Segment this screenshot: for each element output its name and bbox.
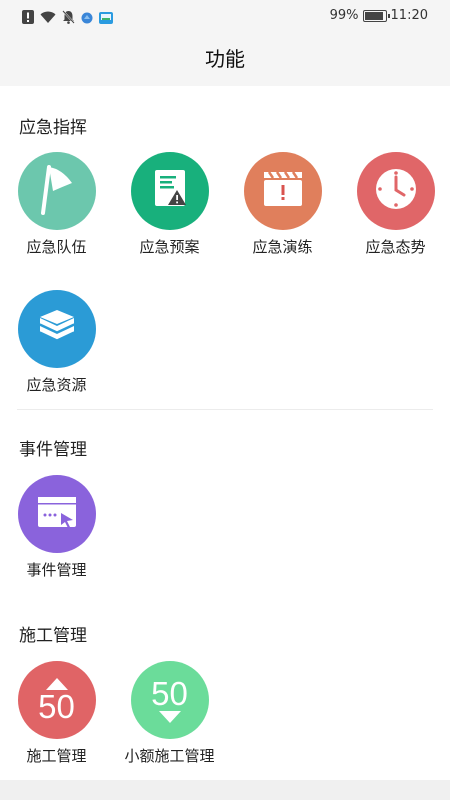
up-50-badge: 50: [38, 687, 75, 725]
emergency-drill-item[interactable]: 应急演练: [226, 152, 339, 257]
emergency-plan-circle: [130, 152, 209, 230]
construction-management-circle: 50: [17, 661, 96, 739]
bottom-edge: [0, 780, 450, 800]
emergency-plan-label: 应急预案: [139, 238, 200, 256]
section-title-events: 事件管理: [19, 440, 87, 460]
section-divider: [17, 409, 433, 410]
event-management-item[interactable]: 事件管理: [0, 475, 113, 580]
event-management-label: 事件管理: [26, 561, 87, 579]
emergency-situation-item[interactable]: 应急态势: [339, 152, 450, 257]
clock-icon: [372, 165, 420, 217]
document-warning-icon: [150, 167, 190, 215]
page-title: 功能: [0, 32, 450, 86]
down-50-icon: 50: [151, 674, 188, 723]
event-management-circle: [17, 475, 96, 553]
emergency-resources-item[interactable]: 应急资源: [0, 290, 113, 395]
layers-icon: [34, 304, 80, 354]
alert-icon: [22, 9, 34, 28]
section-title-construction: 施工管理: [19, 626, 87, 646]
status-bar: 99% 11:20: [0, 0, 450, 32]
battery-percent: 99%: [329, 8, 359, 23]
construction-management-item[interactable]: 50 施工管理: [0, 661, 113, 766]
up-50-icon: 50: [38, 677, 75, 725]
window-cursor-icon: [34, 492, 80, 536]
emergency-team-circle: [17, 152, 96, 230]
small-construction-management-item[interactable]: 50 小额施工管理: [113, 661, 226, 766]
small-construction-management-label: 小额施工管理: [124, 747, 215, 765]
emergency-resources-label: 应急资源: [26, 376, 87, 394]
browser-icon: [81, 9, 93, 28]
down-50-badge: 50: [151, 674, 188, 712]
emergency-team-item[interactable]: 应急队伍: [0, 152, 113, 257]
wifi-icon: [40, 9, 56, 28]
battery-icon: [362, 9, 390, 22]
emergency-situation-circle: [356, 152, 435, 230]
bell-off-icon: [62, 9, 75, 28]
clock-time: 11:20: [390, 8, 428, 23]
flag-icon: [32, 161, 82, 221]
emergency-situation-label: 应急态势: [365, 238, 426, 256]
function-panel: 应急指挥 应急队伍 应急预案 应急演练 应急态势 应急资源 事件管理 事件管理 …: [0, 86, 450, 780]
construction-management-label: 施工管理: [26, 747, 87, 765]
emergency-team-label: 应急队伍: [26, 238, 87, 256]
emergency-drill-label: 应急演练: [252, 238, 313, 256]
clapperboard-alert-icon: [260, 168, 306, 214]
status-left-icons: [22, 9, 113, 28]
small-construction-management-circle: 50: [130, 661, 209, 739]
section-title-emergency: 应急指挥: [19, 118, 87, 138]
message-icon: [99, 9, 113, 28]
emergency-drill-circle: [243, 152, 322, 230]
emergency-plan-item[interactable]: 应急预案: [113, 152, 226, 257]
emergency-resources-circle: [17, 290, 96, 368]
